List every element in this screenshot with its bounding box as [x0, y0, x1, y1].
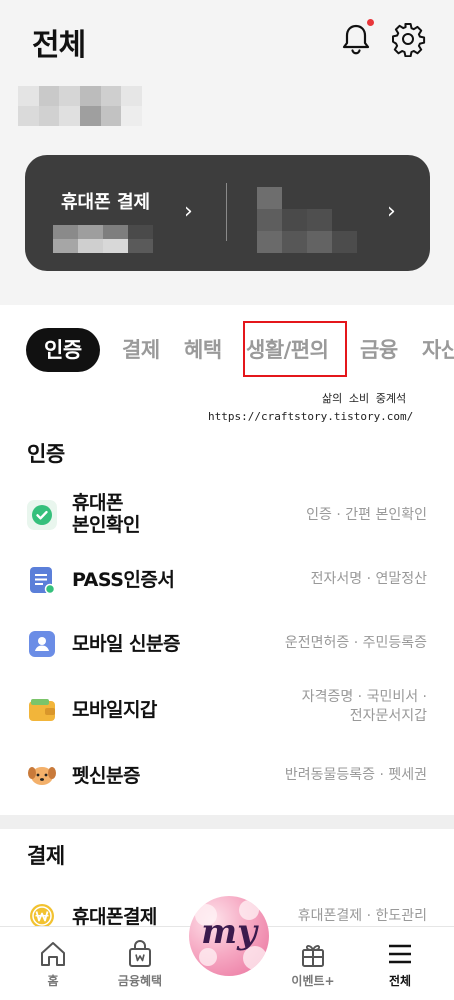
dog-icon: [28, 767, 56, 785]
user-name-blurred: [18, 86, 142, 126]
row-label: 모바일 신분증: [72, 633, 181, 655]
bell-icon[interactable]: [340, 22, 372, 56]
watermark-title: 삶의 소비 중계석: [322, 392, 407, 405]
tab-auth[interactable]: 인증: [26, 328, 100, 372]
nav-benefit[interactable]: 금융혜택: [105, 939, 175, 989]
gift-icon: [302, 945, 324, 967]
gear-icon[interactable]: [390, 21, 426, 57]
row-label: 휴대폰 본인확인: [72, 492, 140, 536]
tab-payment[interactable]: 결제: [122, 328, 160, 372]
tab-benefit[interactable]: 혜택: [184, 328, 222, 372]
nav-label: 이벤트+: [291, 974, 335, 988]
tab-asset[interactable]: 자산: [422, 328, 454, 372]
row-label: 펫신분증: [72, 765, 140, 787]
section-title-payment: 결제: [27, 844, 65, 868]
card-divider: [226, 183, 227, 241]
my-floating-button[interactable]: my: [189, 896, 269, 976]
row-desc: 자격증명 · 국민비서 · 전자문서지갑: [301, 689, 427, 724]
list-item[interactable]: PASS인증서 전자서명 · 연말정산: [0, 552, 454, 608]
phone-payment-card[interactable]: 휴대폰 결제 › ›: [25, 155, 430, 271]
row-label: 모바일지갑: [72, 699, 157, 721]
nav-home[interactable]: 홈: [18, 939, 88, 989]
tab-finance[interactable]: 금융: [360, 328, 398, 372]
list-item[interactable]: 모바일지갑 자격증명 · 국민비서 · 전자문서지갑: [0, 682, 454, 738]
row-desc: 전자서명 · 연말정산: [310, 571, 427, 587]
chevron-right-icon[interactable]: ›: [184, 199, 193, 224]
row-label: PASS인증서: [72, 569, 175, 591]
nav-label: 금융혜택: [117, 974, 163, 988]
nav-all[interactable]: 전체: [365, 939, 435, 989]
bag-icon: [129, 940, 151, 967]
list-item[interactable]: 모바일 신분증 운전면허증 · 주민등록증: [0, 616, 454, 672]
nav-event[interactable]: 이벤트+: [278, 939, 348, 989]
card-detail-blurred: [257, 187, 357, 253]
id-card-icon: [29, 631, 55, 657]
chevron-right-icon[interactable]: ›: [387, 199, 396, 224]
list-item[interactable]: 휴대폰 본인확인 인증 · 간편 본인확인: [0, 488, 454, 544]
list-item[interactable]: 펫신분증 반려동물등록증 · 펫세권: [0, 748, 454, 804]
nav-label: 홈: [47, 974, 59, 988]
card-label: 휴대폰 결제: [61, 192, 151, 213]
card-amount-blurred: [53, 225, 153, 253]
home-icon: [41, 942, 65, 966]
menu-icon: [389, 944, 411, 964]
notification-dot: [367, 19, 374, 26]
section-divider: [0, 815, 454, 829]
wallet-icon: [29, 699, 55, 721]
my-badge-text: my: [201, 912, 257, 952]
highlight-box: [243, 321, 347, 377]
page-title: 전체: [32, 28, 86, 63]
watermark-url: https://craftstory.tistory.com/: [208, 410, 414, 423]
row-desc: 반려동물등록증 · 펫세권: [284, 767, 427, 783]
document-icon: [30, 567, 56, 595]
nav-label: 전체: [388, 974, 412, 988]
row-desc: 휴대폰결제 · 한도관리: [297, 908, 427, 924]
section-title-auth: 인증: [27, 442, 65, 466]
check-shield-icon: [27, 500, 57, 530]
row-desc: 인증 · 간편 본인확인: [306, 507, 427, 523]
row-label: 휴대폰결제: [72, 906, 157, 928]
row-desc: 운전면허증 · 주민등록증: [284, 635, 427, 651]
